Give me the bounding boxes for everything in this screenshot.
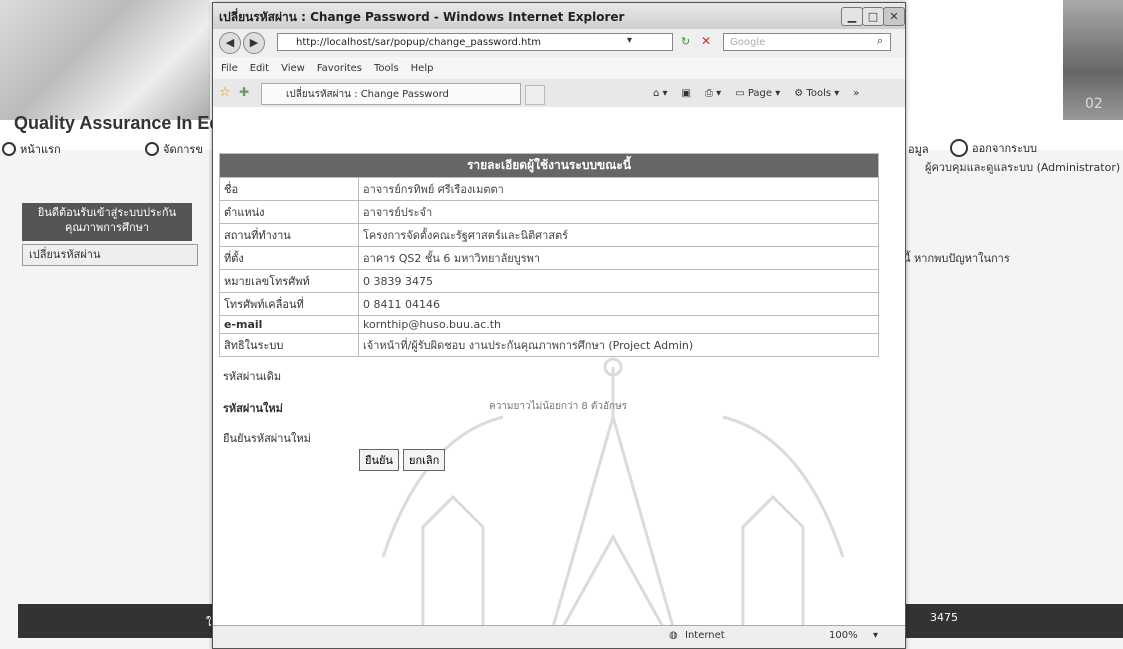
info-label: ชื่อ: [219, 177, 359, 201]
zoom-dropdown-icon[interactable]: ▾: [873, 630, 878, 641]
site-title: Quality Assurance In Edu: [14, 113, 214, 133]
new-password-hint: ความยาวไม่น้อยกว่า 8 ตัวอักษร: [489, 401, 628, 412]
command-bar: ⌂ ▾ ▣ ⎙ ▾ ▭ Page ▾ ⚙ Tools ▾ »: [653, 79, 859, 107]
cancel-button[interactable]: ยกเลิก: [403, 449, 446, 471]
menu-file[interactable]: File: [221, 63, 238, 74]
status-zone: Internet: [685, 630, 725, 641]
menu-bar: File Edit View Favorites Tools Help: [213, 57, 905, 79]
globe-icon: ◍: [669, 630, 678, 641]
page-content: รายละเอียดผู้ใช้งานระบบขณะนี้ ชื่อ อาจารย…: [213, 107, 905, 627]
page-menu[interactable]: ▭ Page ▾: [735, 88, 780, 99]
info-label: e-mail: [219, 315, 359, 334]
minimize-button[interactable]: ▁: [841, 7, 863, 26]
info-label: ที่ตั้ง: [219, 246, 359, 270]
status-bar: ◍ Internet 100% ▾: [213, 625, 905, 648]
nav-home-label: หน้าแรก: [20, 143, 61, 156]
menu-favorites[interactable]: Favorites: [317, 63, 362, 74]
page-menu-label: Page: [747, 87, 773, 99]
info-value: 0 8411 04146: [358, 292, 879, 316]
info-row-rights: สิทธิในระบบ เจ้าหน้าที่/ผู้รับผิดชอบ งานป…: [219, 333, 879, 357]
search-icon[interactable]: ⌕: [877, 34, 883, 48]
add-favorite-icon[interactable]: ✚: [239, 85, 249, 99]
info-row-name: ชื่อ อาจารย์กรทิพย์ ศรีเรืองเมตตา: [219, 177, 879, 201]
menu-change-password[interactable]: เปลี่ยนรหัสผ่าน: [22, 244, 198, 266]
info-value: เจ้าหน้าที่/ผู้รับผิดชอบ งานประกันคุณภาพ…: [358, 333, 879, 357]
nav-manage-label: จัดการข: [163, 143, 203, 156]
info-row-email: e-mail kornthip@huso.buu.ac.th: [219, 315, 879, 334]
feeds-icon[interactable]: ▣: [682, 88, 691, 99]
browser-window: เปลี่ยนรหัสผ่าน : Change Password - Wind…: [212, 2, 906, 649]
user-info-header: รายละเอียดผู้ใช้งานระบบขณะนี้: [219, 153, 879, 178]
zoom-level[interactable]: 100%: [829, 630, 858, 641]
confirm-password-label: ยืนยันรหัสผ่านใหม่: [223, 432, 311, 445]
old-password-label: รหัสผ่านเดิม: [223, 370, 282, 383]
refresh-icon[interactable]: ↻: [681, 35, 690, 48]
header-badge: 02: [1085, 96, 1103, 112]
search-input[interactable]: Google: [723, 33, 891, 51]
new-password-label: รหัสผ่านใหม่: [223, 402, 283, 415]
admin-role-text: ผู้ควบคุมและดูแลระบบ (Administrator): [925, 161, 1121, 174]
welcome-banner: ยินดีต้อนรับเข้าสู่ระบบประกันคุณภาพการศึ…: [22, 203, 192, 241]
info-value: อาจารย์กรทิพย์ ศรีเรืองเมตตา: [358, 177, 879, 201]
home-icon[interactable]: ⌂ ▾: [653, 88, 668, 99]
footer-right-text: 3475: [930, 611, 958, 624]
confirm-button[interactable]: ยืนยัน: [359, 449, 399, 471]
user-info-table: รายละเอียดผู้ใช้งานระบบขณะนี้ ชื่อ อาจารย…: [219, 153, 879, 357]
favorites-star-icon[interactable]: ☆: [219, 85, 231, 100]
info-value: อาจารย์ประจำ: [358, 200, 879, 224]
nav-logout-label: ออกจากระบบ: [972, 142, 1037, 155]
header-photo: [0, 0, 210, 120]
footer-left-text: ใ: [206, 616, 212, 629]
info-value: อาคาร QS2 ชั้น 6 มหาวิทยาลัยบูรพา: [358, 246, 879, 270]
info-label: หมายเลขโทรศัพท์: [219, 269, 359, 293]
dropdown-icon[interactable]: ▾: [627, 35, 632, 46]
nav-manage[interactable]: จัดการข: [145, 140, 203, 158]
info-row-position: ตำแหน่ง อาจารย์ประจำ: [219, 200, 879, 224]
tools-menu-label: Tools: [806, 87, 832, 99]
radio-icon: [2, 142, 16, 156]
info-row-location: ที่ตั้ง อาคาร QS2 ชั้น 6 มหาวิทยาลัยบูรพา: [219, 246, 879, 270]
info-label: โทรศัพท์เคลื่อนที่: [219, 292, 359, 316]
window-title: เปลี่ยนรหัสผ่าน : Change Password - Wind…: [219, 10, 625, 24]
confirm-password-input[interactable]: [359, 427, 583, 445]
window-titlebar[interactable]: เปลี่ยนรหัสผ่าน : Change Password - Wind…: [213, 3, 905, 30]
old-password-input[interactable]: [359, 365, 583, 383]
close-button[interactable]: ✕: [883, 7, 905, 26]
tab-label: เปลี่ยนรหัสผ่าน : Change Password: [286, 89, 449, 100]
radio-icon: [145, 142, 159, 156]
notice-text: นี้ หากพบปัญหาในการ: [903, 252, 1010, 265]
info-row-workplace: สถานที่ทำงาน โครงการจัดตั้งคณะรัฐศาสตร์แล…: [219, 223, 879, 247]
forward-icon[interactable]: ▶: [243, 32, 265, 54]
address-bar[interactable]: http://localhost/sar/popup/change_passwo…: [277, 33, 673, 51]
menu-edit[interactable]: Edit: [250, 63, 269, 74]
chevron-icon[interactable]: »: [853, 88, 859, 99]
nav-logout[interactable]: ออกจากระบบ: [950, 139, 1037, 157]
info-value: 0 3839 3475: [358, 269, 879, 293]
nav-data-label: อมูล: [908, 143, 929, 156]
tools-menu[interactable]: ⚙ Tools ▾: [794, 88, 839, 99]
radio-icon: [950, 139, 968, 157]
back-icon[interactable]: ◀: [219, 32, 241, 54]
menu-view[interactable]: View: [281, 63, 305, 74]
info-value: โครงการจัดตั้งคณะรัฐศาสตร์และนิติศาสตร์: [358, 223, 879, 247]
address-row: ◀ ▶ http://localhost/sar/popup/change_pa…: [213, 29, 905, 57]
new-tab-button[interactable]: [525, 85, 545, 105]
tab-change-password[interactable]: เปลี่ยนรหัสผ่าน : Change Password: [261, 83, 521, 105]
info-row-phone: หมายเลขโทรศัพท์ 0 3839 3475: [219, 269, 879, 293]
stop-icon[interactable]: ✕: [701, 34, 711, 48]
menu-tools[interactable]: Tools: [374, 63, 399, 74]
info-label: สถานที่ทำงาน: [219, 223, 359, 247]
info-row-mobile: โทรศัพท์เคลื่อนที่ 0 8411 04146: [219, 292, 879, 316]
print-icon[interactable]: ⎙ ▾: [705, 88, 721, 99]
info-value: kornthip@huso.buu.ac.th: [358, 315, 879, 334]
info-label: ตำแหน่ง: [219, 200, 359, 224]
maximize-button[interactable]: □: [862, 7, 884, 26]
menu-help[interactable]: Help: [411, 63, 434, 74]
info-label: สิทธิในระบบ: [219, 333, 359, 357]
nav-data[interactable]: อมูล: [908, 140, 929, 158]
nav-home[interactable]: หน้าแรก: [2, 140, 61, 158]
